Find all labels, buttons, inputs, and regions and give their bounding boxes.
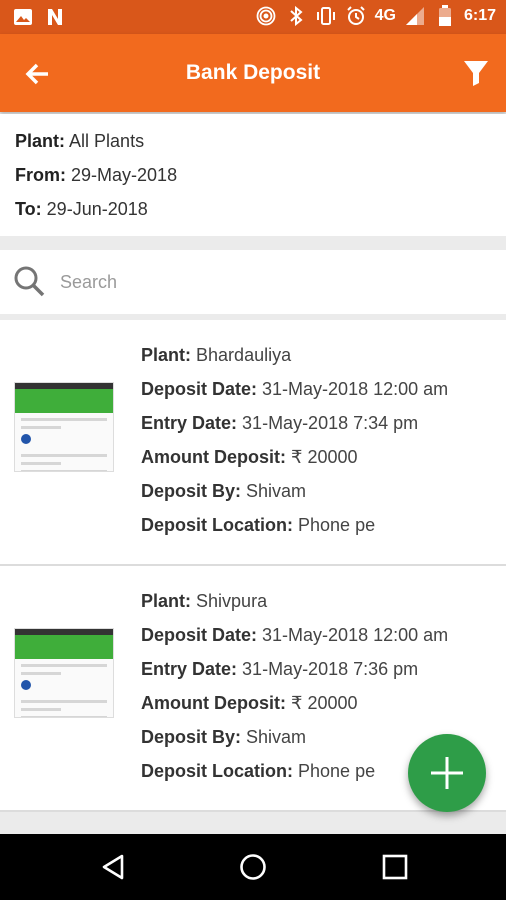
filter-plant-label: Plant: [15,131,66,151]
search-bar [0,250,506,314]
entry-date-label: Entry Date: [141,659,238,679]
amount-value: ₹ 20000 [291,693,358,713]
signal-icon [404,5,426,27]
entry-date: Entry Date: 31-May-2018 7:36 pm [141,659,418,680]
receipt-thumbnail[interactable] [14,628,114,718]
entry-date-label: Entry Date: [141,413,238,433]
plus-icon [431,757,463,789]
page-title: Bank Deposit [185,61,321,84]
deposit-date-label: Deposit Date: [141,379,258,399]
filter-from: From: 29-May-2018 [15,165,177,186]
triangle-back-icon [102,854,124,880]
deposit-date-value: 31-May-2018 12:00 am [262,625,449,645]
plant-value: Bhardauliya [196,345,292,365]
search-input[interactable] [58,266,482,298]
location-label: Deposit Location: [141,761,293,781]
filter-button[interactable] [462,58,490,88]
network-type: 4G [374,7,396,24]
plant-value: Shivpura [196,591,268,611]
deposit-date-label: Deposit Date: [141,625,258,645]
bluetooth-icon [285,5,307,27]
filter-from-value: 29-May-2018 [71,165,178,185]
amount-label: Amount Deposit: [141,447,286,467]
hotspot-icon [255,5,277,27]
nav-home-button[interactable] [238,852,268,882]
deposit-by: Deposit By: Shivam [141,727,306,748]
plant-label: Plant: [141,591,192,611]
deposit-location: Deposit Location: Phone pe [141,761,375,782]
entry-date: Entry Date: 31-May-2018 7:34 pm [141,413,418,434]
filter-plant-value: All Plants [69,131,145,151]
clock-time: 6:17 [463,7,496,24]
plant-label: Plant: [141,345,192,365]
entry-date-value: 31-May-2018 7:34 pm [242,413,419,433]
filter-summary: Plant: All Plants From: 29-May-2018 To: … [0,114,506,236]
deposit-by-label: Deposit By: [141,481,242,501]
deposit-plant: Plant: Bhardauliya [141,345,291,366]
receipt-thumbnail[interactable] [14,382,114,472]
deposit-location: Deposit Location: Phone pe [141,515,375,536]
deposit-by-label: Deposit By: [141,727,242,747]
deposit-card[interactable]: Plant: Bhardauliya Deposit Date: 31-May-… [0,320,506,564]
location-value: Phone pe [298,761,376,781]
nav-recents-button[interactable] [380,852,410,882]
search-icon[interactable] [12,264,46,298]
deposit-date-value: 31-May-2018 12:00 am [262,379,449,399]
deposit-date: Deposit Date: 31-May-2018 12:00 am [141,625,448,646]
entry-date-value: 31-May-2018 7:36 pm [242,659,419,679]
deposit-by: Deposit By: Shivam [141,481,306,502]
add-deposit-button[interactable] [408,734,486,812]
filter-plant: Plant: All Plants [15,131,144,152]
amount-label: Amount Deposit: [141,693,286,713]
filter-to: To: 29-Jun-2018 [15,199,148,220]
alarm-icon [345,5,367,27]
amount-value: ₹ 20000 [291,447,358,467]
vibrate-icon [315,5,337,27]
filter-icon [464,61,488,86]
amount-deposit: Amount Deposit: ₹ 20000 [141,447,358,468]
app-notification-icon [44,6,66,28]
location-label: Deposit Location: [141,515,293,535]
amount-deposit: Amount Deposit: ₹ 20000 [141,693,358,714]
deposit-by-value: Shivam [246,727,307,747]
deposit-by-value: Shivam [246,481,307,501]
system-nav-bar [0,834,506,900]
image-notification-icon [12,6,34,28]
square-recents-icon [382,854,408,880]
filter-from-label: From: [15,165,66,185]
deposit-date: Deposit Date: 31-May-2018 12:00 am [141,379,448,400]
location-value: Phone pe [298,515,376,535]
deposit-plant: Plant: Shivpura [141,591,267,612]
circle-home-icon [240,854,266,880]
status-bar: 4G 6:17 [0,0,506,34]
battery-icon [434,5,456,27]
app-bar: Bank Deposit [0,34,506,112]
nav-back-button[interactable] [98,852,128,882]
filter-to-value: 29-Jun-2018 [46,199,148,219]
filter-to-label: To: [15,199,42,219]
divider [0,810,506,812]
